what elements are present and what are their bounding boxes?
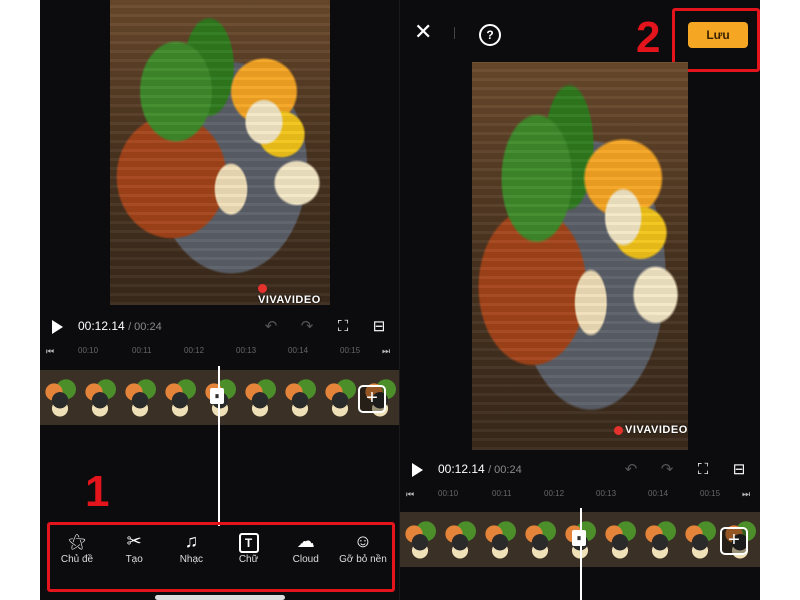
save-button[interactable]: Lưu — [688, 22, 748, 48]
editor-toolbar: ⚝ Chủ đề ✂ Tạo ♫ Nhạc T Chữ ☁ Cloud ☺ Gỡ… — [50, 528, 390, 586]
undo-icon[interactable]: ↶ — [262, 318, 280, 336]
remove-background-icon: ☺ — [353, 531, 373, 551]
tool-label: Chữ — [238, 554, 259, 565]
play-icon[interactable] — [52, 320, 63, 334]
ruler-tick: 00:12 — [544, 489, 565, 498]
tool-music[interactable]: ♫ Nhạc — [164, 528, 218, 586]
timecode: 00:12.14 / 00:24 — [78, 319, 162, 333]
home-indicator — [155, 595, 285, 600]
clip-transition-handle[interactable]: ⏸ — [572, 530, 586, 546]
tool-remove-background[interactable]: ☺ Gỡ bỏ nền — [336, 528, 390, 586]
fullscreen-icon[interactable]: ⛶ — [694, 461, 712, 479]
timecode: 00:12.14 / 00:24 — [438, 462, 522, 476]
tool-label: Gỡ bỏ nền — [339, 554, 387, 565]
playhead[interactable] — [580, 508, 582, 600]
add-clip-button[interactable]: + — [358, 385, 386, 413]
timeline-ruler: ⏮ 00:10 00:11 00:12 00:13 00:14 00:15 ⏭ — [46, 346, 391, 356]
right-editor-screen: ✕ ? 2 Lưu VIVAVIDEO 00:12.14 / 00:24 ↶ ↷… — [400, 0, 760, 600]
timeline-ruler: ⏮ 00:10 00:11 00:12 00:13 00:14 00:15 ⏭ — [406, 489, 751, 499]
undo-icon[interactable]: ↶ — [622, 461, 640, 479]
redo-icon[interactable]: ↷ — [658, 461, 676, 479]
vivavideo-watermark: VIVAVIDEO — [614, 424, 688, 436]
music-note-icon: ♫ — [184, 531, 199, 551]
text-icon: T — [222, 528, 276, 554]
cloud-upload-icon: ☁ — [296, 531, 315, 551]
export-icon[interactable]: ⊟ — [370, 318, 388, 336]
tool-theme[interactable]: ⚝ Chủ đề — [50, 528, 104, 586]
tool-label: Cloud — [292, 554, 319, 565]
tool-label: Chủ đề — [60, 554, 94, 565]
playback-controls: 00:12.14 / 00:24 ↶ ↷ ⛶ ⊟ — [400, 455, 760, 485]
help-icon[interactable]: ? — [479, 24, 501, 46]
ruler-tick: 00:11 — [492, 489, 512, 498]
close-icon[interactable]: ✕ — [414, 20, 432, 44]
video-preview[interactable]: VIVAVIDEO — [110, 0, 330, 305]
header-divider — [454, 27, 455, 39]
ruler-tick: 00:14 — [648, 489, 669, 498]
ruler-tick: 00:13 — [236, 346, 257, 355]
ruler-tick: 00:15 — [340, 346, 361, 355]
tool-label: Nhạc — [179, 554, 204, 565]
export-icon[interactable]: ⊟ — [730, 461, 748, 479]
scissors-icon: ✂ — [126, 531, 142, 551]
tool-cloud[interactable]: ☁ Cloud — [279, 528, 333, 586]
ruler-tick: 00:11 — [132, 346, 152, 355]
tool-label: Tạo — [125, 554, 143, 565]
clip-transition-handle[interactable]: ⏸ — [210, 388, 224, 404]
playback-controls: 00:12.14 / 00:24 ↶ ↷ ⛶ ⊟ — [40, 312, 400, 342]
left-editor-screen: VIVAVIDEO 00:12.14 / 00:24 ↶ ↷ ⛶ ⊟ ⏮ 00:… — [40, 0, 400, 600]
ruler-tick: 00:13 — [596, 489, 617, 498]
video-preview[interactable]: VIVAVIDEO — [472, 62, 688, 450]
vivavideo-watermark: VIVAVIDEO — [258, 282, 330, 305]
tool-create[interactable]: ✂ Tạo — [107, 528, 161, 586]
ruler-tick: 00:10 — [78, 346, 99, 355]
annotation-number-1: 1 — [85, 467, 110, 516]
play-icon[interactable] — [412, 463, 423, 477]
redo-icon[interactable]: ↷ — [298, 318, 316, 336]
tool-text[interactable]: T Chữ — [222, 528, 276, 586]
ruler-tick: 00:12 — [184, 346, 205, 355]
add-clip-button[interactable]: + — [720, 527, 748, 555]
ruler-tick: 00:14 — [288, 346, 309, 355]
ruler-tick: 00:10 — [438, 489, 459, 498]
annotation-number-2: 2 — [636, 13, 661, 62]
ruler-tick: 00:15 — [700, 489, 721, 498]
fullscreen-icon[interactable]: ⛶ — [334, 318, 352, 336]
magic-wand-icon: ⚝ — [68, 531, 86, 551]
